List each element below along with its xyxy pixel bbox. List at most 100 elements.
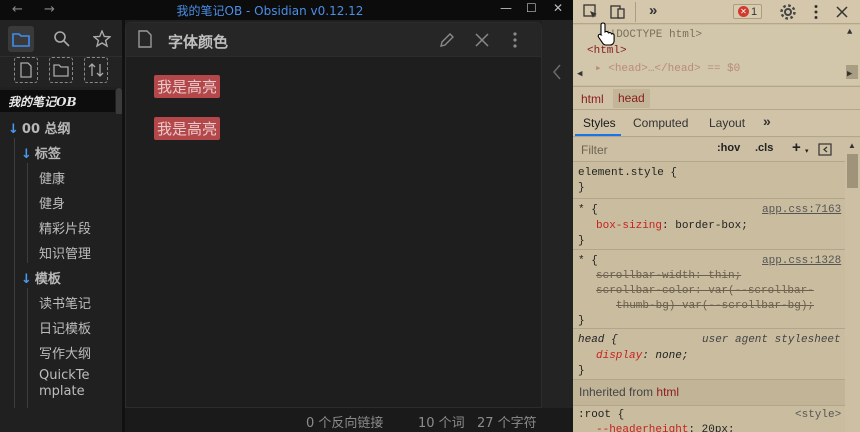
rule-selector[interactable]: * { [578,255,598,267]
rule-source-link[interactable]: app.css:1328 [762,255,841,267]
css-declaration[interactable]: display: none; [596,350,688,362]
overridden-declaration[interactable]: scrollbar-width: thin; [596,270,741,282]
new-folder-button[interactable] [49,57,73,83]
folder-label: 00 总纲 [21,122,71,137]
styles-scrollbar[interactable]: ▲ [845,140,860,432]
class-toggle[interactable]: .cls [755,142,773,154]
folder-label: 标签 [34,147,61,162]
note-title[interactable]: 字体颜色 [168,31,228,52]
tree-file[interactable]: 健身 [39,193,65,212]
status-bar: 0 个反向链接 10 个词 27 个字符 [125,408,573,432]
file-icon [138,30,152,48]
styles-filter-input[interactable]: Filter [581,143,608,157]
rule-selector[interactable]: :root { [578,409,624,421]
right-sidebar-collapsed [542,20,573,408]
folder-icon [12,33,30,47]
more-tabs-button[interactable]: » [763,113,771,129]
file-tree: ↓ 00 总纲 ↓ 标签 健康 健身 精彩片段 知识管理 ↓ 模板 读书笔记 日记模板… [0,114,122,408]
new-rule-button[interactable]: + [792,139,801,156]
backlinks-count[interactable]: 0 个反向链接 [306,412,383,431]
error-count-badge[interactable]: ✕ 1 [733,4,763,19]
search-icon [54,31,70,47]
settings-gear-icon[interactable] [779,3,797,21]
expand-arrow-icon: ↓ [21,272,32,287]
sidebar-tab-bar [0,20,122,57]
pane-header: 字体颜色 [126,23,541,57]
tree-file[interactable]: 读书笔记 [39,293,91,312]
close-devtools-icon[interactable] [836,6,848,18]
device-toggle-icon[interactable] [610,4,626,20]
tree-file[interactable]: 精彩片段 [39,218,91,237]
scroll-left-arrow-icon[interactable]: ◀ [577,69,582,79]
minimize-button[interactable]: — [500,1,512,15]
css-property: display [596,350,643,362]
hover-state-toggle[interactable]: :hov [717,142,740,154]
rule-source-link[interactable]: <style> [795,409,841,421]
dom-head-node[interactable]: ▸ <head>…</head> == $0 [595,61,740,75]
maximize-button[interactable]: ☐ [526,1,537,15]
css-property: box-sizing [596,220,663,232]
element-style-selector[interactable]: element.style { [578,167,677,179]
close-icon[interactable] [475,33,489,47]
more-panels-button[interactable]: » [649,2,657,19]
overridden-declaration[interactable]: thumb-bg) var(--scrollbar-bg); [616,300,814,312]
error-icon: ✕ [738,6,749,17]
vault-name[interactable]: 我的笔记OB [0,90,115,112]
tab-styles[interactable]: Styles [583,116,616,130]
css-value: none; [655,350,689,362]
breadcrumb-head[interactable]: head [613,89,650,108]
tab-computed[interactable]: Computed [633,116,688,130]
star-icon [93,30,111,48]
rule-close-brace: } [578,235,585,247]
sort-button[interactable] [84,57,108,83]
toolbar-divider [635,2,636,22]
tree-folder-00[interactable]: ↓ 00 总纲 [8,118,71,137]
tree-file[interactable]: 写作大纲 [39,343,91,362]
search-tab[interactable] [49,26,75,52]
dom-html-node[interactable]: <html> [587,45,627,57]
css-declaration[interactable]: box-sizing: border-box; [596,220,748,232]
element-style-rule: element.style { } [573,163,845,199]
kebab-menu-icon[interactable] [813,4,819,20]
starred-tab[interactable] [89,26,115,52]
file-explorer-tab[interactable] [8,26,34,52]
expand-arrow-icon: ↓ [8,122,19,137]
tree-file[interactable]: 知识管理 [39,243,91,262]
inherited-from-link[interactable]: html [656,385,679,399]
css-declaration[interactable]: --headerheight: 20px; [596,424,735,432]
rule-close-brace: } [578,315,585,327]
tree-file[interactable]: 日记模板 [39,318,91,337]
expand-right-sidebar-icon[interactable] [552,64,562,80]
tree-file[interactable]: QuickTe [39,368,90,383]
tree-guide [27,288,28,408]
close-window-button[interactable]: ✕ [553,1,563,15]
new-folder-icon [53,64,69,77]
css-rule: head { user agent stylesheet display: no… [573,329,845,380]
more-options-icon[interactable] [512,31,518,49]
overridden-declaration[interactable]: scrollbar-color: var(--scrollbar- [596,285,814,297]
scroll-up-arrow-icon[interactable]: ▲ [847,27,852,37]
rule-source-link[interactable]: app.css:7163 [762,204,841,216]
scroll-right-arrow-icon[interactable]: ▶ [847,69,852,79]
scroll-up-arrow-icon[interactable]: ▲ [848,141,856,150]
css-rule: :root { <style> --headerheight: 20px; [573,406,845,432]
toggle-sidebar-icon[interactable] [818,143,832,156]
new-rule-dropdown-icon[interactable]: ▾ [805,147,809,155]
tab-layout[interactable]: Layout [709,116,745,130]
tree-folder-templates[interactable]: ↓ 模板 [21,268,61,287]
rule-selector[interactable]: * { [578,204,598,216]
rule-source-label: user agent stylesheet [702,334,841,346]
inspect-element-icon[interactable] [583,4,599,20]
tree-file[interactable]: 健康 [39,168,65,187]
hand-cursor-icon [597,22,615,46]
rule-selector[interactable]: head { [578,334,618,346]
scrollbar-thumb[interactable] [847,154,858,188]
file-explorer-actions [0,57,122,87]
dom-doctype[interactable]: <!DOCTYPE html> [603,29,702,41]
devtools-toolbar: » ✕ 1 [573,0,860,24]
tree-file[interactable]: mplate [39,384,85,399]
tree-folder-tags[interactable]: ↓ 标签 [21,143,61,162]
breadcrumb-html[interactable]: html [581,92,604,106]
edit-pencil-icon[interactable] [439,32,455,48]
new-note-button[interactable] [14,57,38,83]
